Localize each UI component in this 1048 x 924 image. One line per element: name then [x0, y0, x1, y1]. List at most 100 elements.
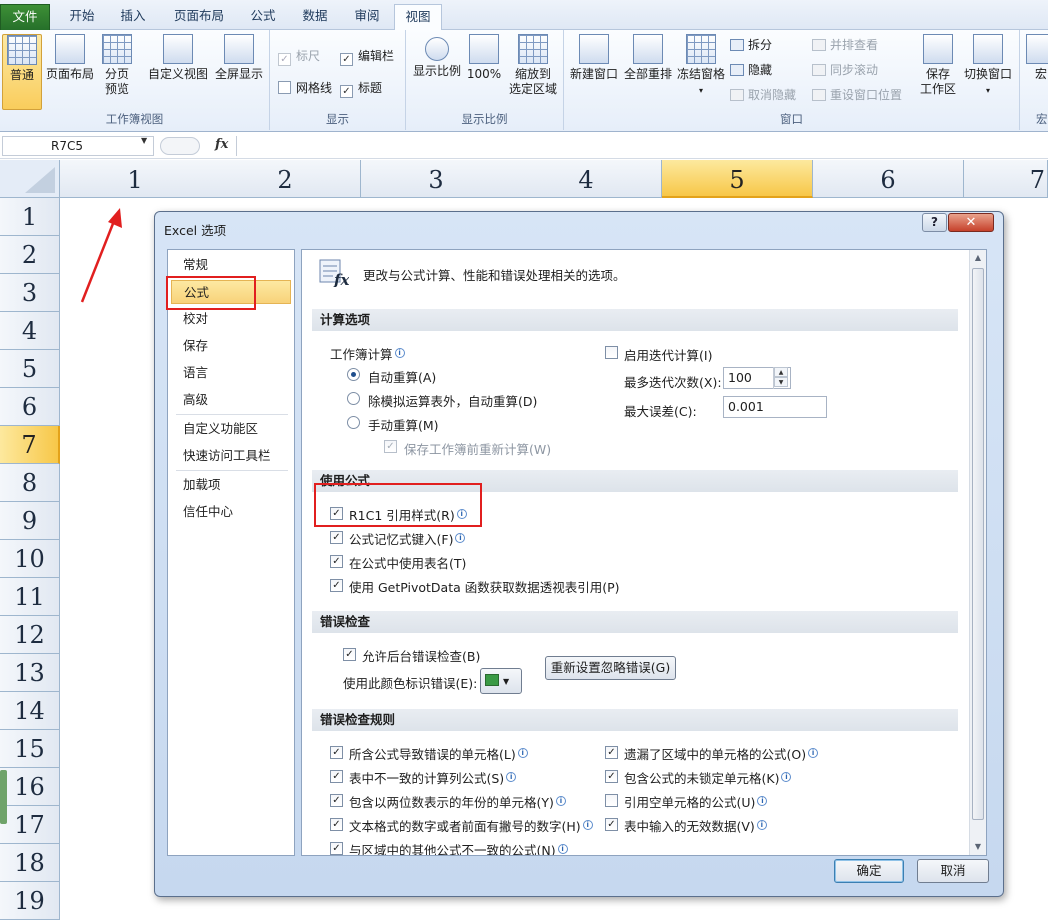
- zoom-button[interactable]: 显示比例: [410, 34, 464, 79]
- rule-numbers-as-text-label[interactable]: 文本格式的数字或者前面有撇号的数字(H) i: [349, 816, 593, 835]
- column-header[interactable]: 6: [813, 160, 964, 198]
- zoom-to-selection-button[interactable]: 缩放到 选定区域: [506, 34, 560, 97]
- row-header[interactable]: 1: [0, 198, 60, 236]
- iterative-calc-checkbox[interactable]: [605, 346, 618, 359]
- row-header[interactable]: 9: [0, 502, 60, 540]
- nav-add-ins[interactable]: 加载项: [171, 473, 291, 497]
- content-scrollbar[interactable]: ▲ ▼: [969, 250, 986, 855]
- hide-button[interactable]: 隐藏: [730, 60, 772, 80]
- formula-input[interactable]: [236, 136, 1048, 156]
- auto-except-tables-label[interactable]: 除模拟运算表外，自动重算(D): [368, 391, 537, 410]
- formula-autocomplete-checkbox[interactable]: ✓: [330, 531, 343, 544]
- column-header[interactable]: 2: [210, 160, 361, 198]
- nav-trust-center[interactable]: 信任中心: [171, 500, 291, 524]
- zoom-100-button[interactable]: 100%: [466, 34, 502, 82]
- row-header[interactable]: 16: [0, 768, 60, 806]
- reset-window-position-button[interactable]: 重设窗口位置: [812, 85, 902, 105]
- column-header[interactable]: 4: [511, 160, 662, 198]
- row-header[interactable]: 13: [0, 654, 60, 692]
- ok-button[interactable]: 确定: [834, 859, 904, 883]
- column-header-selected[interactable]: 5: [662, 160, 813, 198]
- select-all-corner[interactable]: [0, 160, 60, 198]
- getpivotdata-checkbox[interactable]: ✓: [330, 579, 343, 592]
- column-header[interactable]: 7: [964, 160, 1048, 198]
- tab-insert[interactable]: 插入: [110, 4, 156, 30]
- full-screen-button[interactable]: 全屏显示: [212, 34, 266, 82]
- tab-view[interactable]: 视图: [394, 4, 442, 31]
- rule-inconsistent-formula-checkbox[interactable]: ✓: [330, 842, 343, 855]
- custom-views-button[interactable]: 自定义视图: [146, 34, 210, 82]
- switch-windows-button[interactable]: 切换窗口 ▾: [960, 34, 1016, 98]
- new-window-button[interactable]: 新建窗口: [568, 34, 620, 82]
- manual-calc-label[interactable]: 手动重算(M): [368, 415, 439, 434]
- headings-checkbox[interactable]: ✓ 标题: [340, 78, 382, 98]
- unhide-button[interactable]: 取消隐藏: [730, 85, 796, 105]
- rule-formula-errors-checkbox[interactable]: ✓: [330, 746, 343, 759]
- rule-omitted-cells-checkbox[interactable]: ✓: [605, 746, 618, 759]
- nav-customize-ribbon[interactable]: 自定义功能区: [171, 417, 291, 441]
- scroll-thumb[interactable]: [972, 268, 984, 820]
- macros-button[interactable]: 宏: [1026, 34, 1048, 82]
- row-header[interactable]: 19: [0, 882, 60, 920]
- insert-function-icon[interactable]: fx: [215, 137, 228, 152]
- scroll-down-icon[interactable]: ▼: [970, 839, 986, 855]
- table-names-label[interactable]: 在公式中使用表名(T): [349, 553, 466, 572]
- formula-bar-checkbox[interactable]: ✓ 编辑栏: [340, 46, 394, 66]
- row-header[interactable]: 14: [0, 692, 60, 730]
- rule-numbers-as-text-checkbox[interactable]: ✓: [330, 818, 343, 831]
- arrange-all-button[interactable]: 全部重排: [622, 34, 674, 82]
- auto-calc-label[interactable]: 自动重算(A): [368, 367, 436, 386]
- row-header[interactable]: 18: [0, 844, 60, 882]
- tab-data[interactable]: 数据: [292, 4, 338, 30]
- background-error-checking-checkbox[interactable]: ✓: [343, 648, 356, 661]
- row-header[interactable]: 5: [0, 350, 60, 388]
- tab-formulas[interactable]: 公式: [240, 4, 286, 30]
- nav-advanced[interactable]: 高级: [171, 388, 291, 412]
- formula-autocomplete-label[interactable]: 公式记忆式键入(F) i: [349, 529, 466, 548]
- chevron-down-icon[interactable]: ▼: [141, 136, 147, 145]
- row-header[interactable]: 12: [0, 616, 60, 654]
- column-header[interactable]: 1: [60, 160, 211, 198]
- nav-language[interactable]: 语言: [171, 361, 291, 385]
- reset-ignored-errors-button[interactable]: 重新设置忽略错误(G): [545, 656, 676, 680]
- error-color-picker[interactable]: ▼: [480, 668, 522, 694]
- view-side-by-side-button[interactable]: 并排查看: [812, 35, 878, 55]
- max-iterations-spinner[interactable]: ▲ ▼: [773, 367, 788, 389]
- background-error-checking-label[interactable]: 允许后台错误检查(B): [362, 646, 480, 665]
- rule-inconsistent-column-checkbox[interactable]: ✓: [330, 770, 343, 783]
- close-button[interactable]: ✕: [948, 213, 994, 232]
- rule-invalid-table-data-checkbox[interactable]: ✓: [605, 818, 618, 831]
- nav-quick-access-toolbar[interactable]: 快速访问工具栏: [171, 444, 291, 468]
- page-layout-view-button[interactable]: 页面布局: [44, 34, 96, 82]
- row-header[interactable]: 6: [0, 388, 60, 426]
- rule-two-digit-years-checkbox[interactable]: ✓: [330, 794, 343, 807]
- cancel-button[interactable]: 取消: [917, 859, 989, 883]
- scroll-handle[interactable]: [0, 770, 7, 824]
- rule-two-digit-years-label[interactable]: 包含以两位数表示的年份的单元格(Y) i: [349, 792, 566, 811]
- formula-bar-controls[interactable]: [160, 137, 200, 155]
- rule-empty-cells-checkbox[interactable]: [605, 794, 618, 807]
- tab-file[interactable]: 文件: [0, 4, 50, 30]
- nav-proofing[interactable]: 校对: [171, 307, 291, 331]
- row-header[interactable]: 4: [0, 312, 60, 350]
- table-names-checkbox[interactable]: ✓: [330, 555, 343, 568]
- nav-save[interactable]: 保存: [171, 334, 291, 358]
- help-button[interactable]: ?: [922, 213, 947, 232]
- rule-inconsistent-formula-label[interactable]: 与区域中的其他公式不一致的公式(N) i: [349, 840, 568, 855]
- max-change-input[interactable]: 0.001: [723, 396, 827, 418]
- tab-page-layout[interactable]: 页面布局: [162, 4, 236, 30]
- row-header[interactable]: 17: [0, 806, 60, 844]
- freeze-panes-button[interactable]: 冻结窗格 ▾: [676, 34, 726, 98]
- rule-unlocked-cells-checkbox[interactable]: ✓: [605, 770, 618, 783]
- rule-formula-errors-label[interactable]: 所含公式导致错误的单元格(L) i: [349, 744, 528, 763]
- rule-inconsistent-column-label[interactable]: 表中不一致的计算列公式(S) i: [349, 768, 517, 787]
- row-header[interactable]: 15: [0, 730, 60, 768]
- recalc-before-save-checkbox[interactable]: ✓: [384, 440, 397, 453]
- row-header[interactable]: 8: [0, 464, 60, 502]
- manual-calc-radio[interactable]: [347, 416, 360, 429]
- rule-empty-cells-label[interactable]: 引用空单元格的公式(U) i: [624, 792, 768, 811]
- row-header[interactable]: 10: [0, 540, 60, 578]
- row-header[interactable]: 11: [0, 578, 60, 616]
- save-workspace-button[interactable]: 保存 工作区: [916, 34, 960, 97]
- scroll-up-icon[interactable]: ▲: [970, 250, 986, 266]
